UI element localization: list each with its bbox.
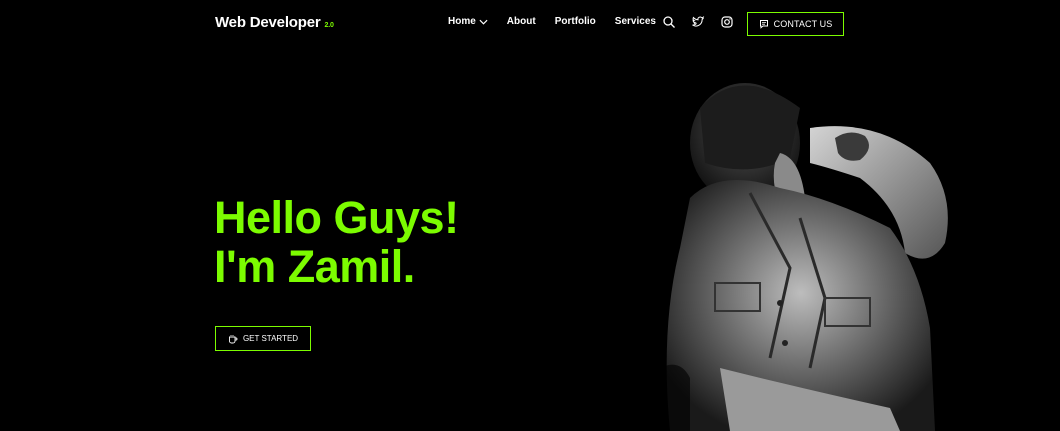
contact-us-label: CONTACT US — [773, 19, 833, 29]
get-started-button[interactable]: GET STARTED — [215, 326, 311, 351]
logo-version: 2.0 — [324, 22, 334, 29]
contact-us-button[interactable]: CONTACT US — [747, 12, 844, 36]
twitter-icon[interactable] — [691, 15, 705, 29]
chat-icon — [759, 20, 768, 29]
instagram-icon[interactable] — [720, 15, 734, 29]
nav-item-label: About — [506, 16, 536, 27]
hero-line-2: I'm Zamil. — [214, 241, 415, 292]
nav-item-services[interactable]: Services — [615, 16, 656, 27]
chevron-down-icon — [479, 19, 488, 25]
nav-item-label: Services — [614, 16, 656, 27]
nav-item-label: Home — [448, 16, 476, 27]
nav-item-home[interactable]: Home — [448, 16, 488, 27]
nav-item-label: Portfolio — [554, 16, 596, 27]
nav-item-about[interactable]: About — [507, 16, 536, 27]
main-nav: Home About Portfolio Services — [448, 16, 675, 27]
hero-line-1: Hello Guys! — [214, 192, 459, 243]
site-logo[interactable]: Web Developer 2.0 — [215, 14, 334, 31]
coffee-cup-icon — [228, 334, 238, 343]
get-started-label: GET STARTED — [242, 334, 299, 343]
hero-portrait-image — [660, 83, 948, 431]
site-header: Web Developer 2.0 Home About Portfolio S… — [0, 0, 1060, 48]
logo-text: Web Developer — [215, 14, 321, 31]
hero-title: Hello Guys! I'm Zamil. — [214, 193, 459, 291]
search-icon[interactable] — [662, 15, 676, 29]
nav-item-portfolio[interactable]: Portfolio — [555, 16, 596, 27]
nav-icons — [662, 15, 734, 29]
